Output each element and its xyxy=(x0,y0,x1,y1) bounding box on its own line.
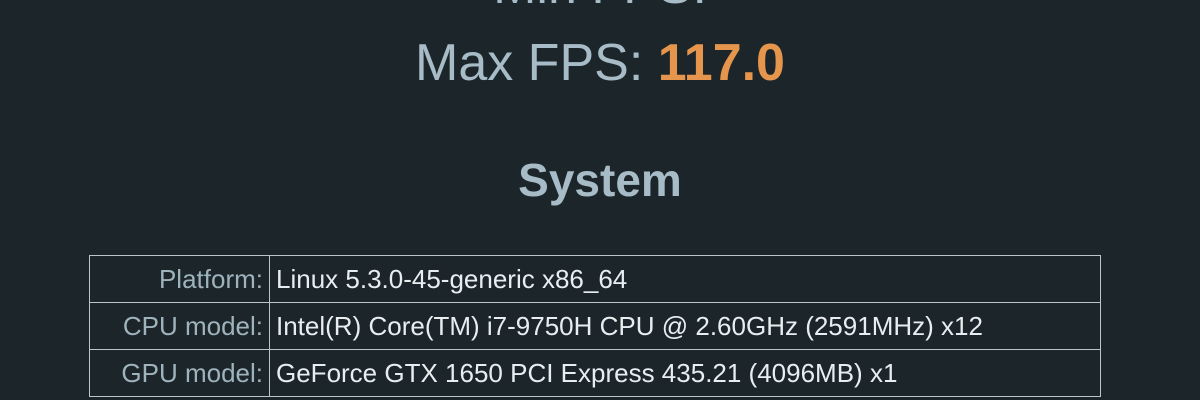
cpu-model-label: CPU model: xyxy=(89,302,270,350)
system-section-title: System xyxy=(518,154,682,206)
clipped-fps-label: Min FPS: xyxy=(493,0,707,15)
table-row: Platform: Linux 5.3.0-45-generic x86_64 xyxy=(89,255,1101,303)
clipped-fps-row: Min FPS: xyxy=(0,0,1200,16)
system-info-table: Platform: Linux 5.3.0-45-generic x86_64 … xyxy=(89,255,1101,397)
gpu-model-label: GPU model: xyxy=(89,349,270,397)
max-fps-row: Max FPS: 117.0 xyxy=(0,32,1200,94)
max-fps-value: 117.0 xyxy=(657,34,785,92)
cpu-model-value: Intel(R) Core(TM) i7-9750H CPU @ 2.60GHz… xyxy=(269,302,1101,350)
max-fps-label: Max FPS: xyxy=(415,34,644,92)
table-row: GPU model: GeForce GTX 1650 PCI Express … xyxy=(89,349,1101,397)
platform-value: Linux 5.3.0-45-generic x86_64 xyxy=(269,255,1101,303)
table-row: CPU model: Intel(R) Core(TM) i7-9750H CP… xyxy=(89,302,1101,350)
benchmark-results-page: Min FPS: Max FPS: 117.0 System Platform:… xyxy=(0,0,1200,400)
platform-label: Platform: xyxy=(89,255,270,303)
gpu-model-value: GeForce GTX 1650 PCI Express 435.21 (409… xyxy=(269,349,1101,397)
